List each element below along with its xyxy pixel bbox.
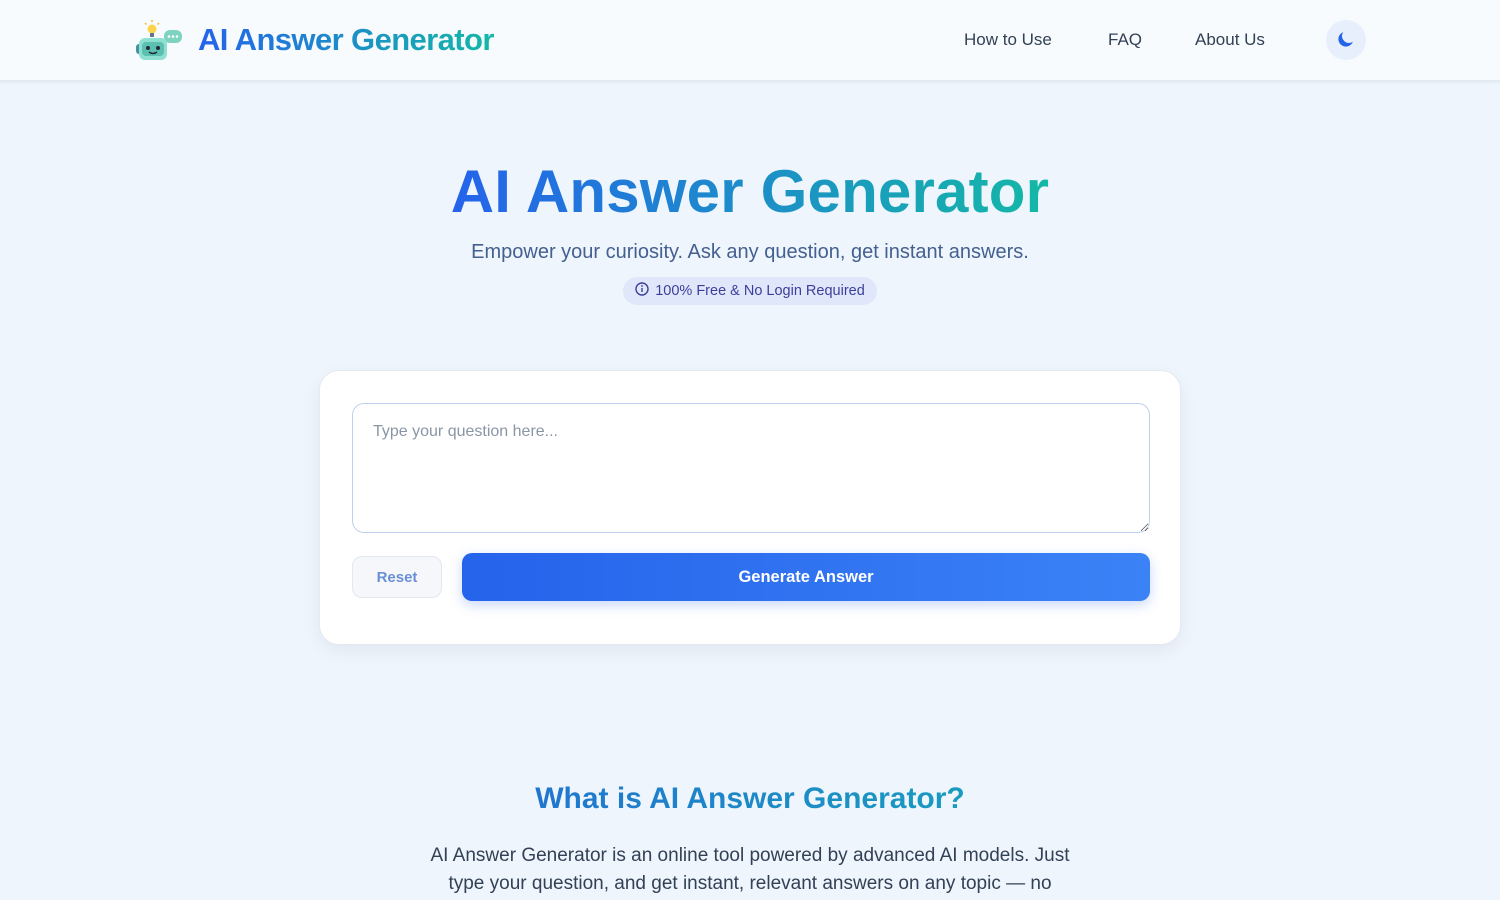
robot-chat-icon[interactable]: [132, 18, 184, 64]
moon-icon: [1336, 29, 1356, 52]
hero-title: AI Answer Generator: [0, 156, 1500, 228]
generate-answer-button[interactable]: Generate Answer: [462, 553, 1150, 601]
site-header: AI Answer Generator How to Use FAQ About…: [0, 0, 1500, 81]
hero-subtitle: Empower your curiosity. Ask any question…: [471, 241, 1029, 263]
nav-faq[interactable]: FAQ: [1108, 29, 1142, 51]
about-title: What is AI Answer Generator?: [0, 780, 1500, 818]
badge-text: 100% Free & No Login Required: [655, 283, 865, 299]
hero-title-text: AI Answer Generator: [450, 158, 1050, 225]
about-title-text: What is AI Answer Generator?: [535, 782, 965, 815]
question-input[interactable]: [352, 403, 1150, 533]
question-card: Reset Generate Answer: [319, 370, 1181, 645]
about-text: AI Answer Generator is an online tool po…: [430, 845, 1070, 894]
nav-about-us[interactable]: About Us: [1195, 29, 1265, 51]
nav-how-to-use[interactable]: How to Use: [964, 29, 1052, 51]
theme-toggle-button[interactable]: [1326, 20, 1366, 60]
brand-title[interactable]: AI Answer Generator: [198, 20, 494, 60]
reset-button[interactable]: Reset: [352, 556, 442, 598]
info-icon: [635, 282, 649, 300]
free-badge: 100% Free & No Login Required: [623, 277, 877, 305]
